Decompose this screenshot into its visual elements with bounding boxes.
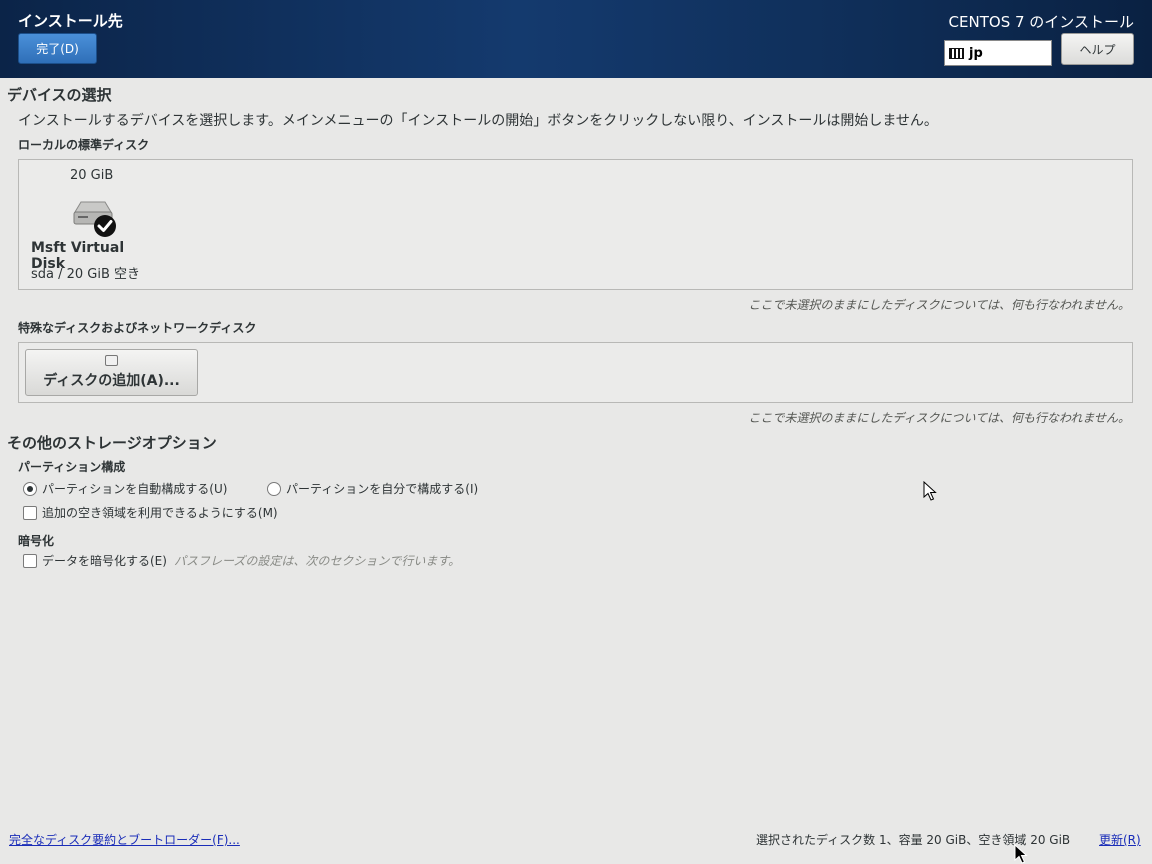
partitioning-heading: パーティション構成 xyxy=(18,460,126,474)
disk-summary-link[interactable]: 完全なディスク要約とブートローダー(F)... xyxy=(9,831,240,848)
storage-options-heading: その他のストレージオプション xyxy=(7,434,217,452)
radio-unselected-icon[interactable] xyxy=(267,481,281,496)
device-selection-description: インストールするデバイスを選択します。メインメニューの「インストールの開始」ボタ… xyxy=(18,113,938,129)
auto-partition-label: パーティションを自動構成する(U) xyxy=(42,482,228,496)
hard-disk-checked-icon xyxy=(73,201,116,237)
extra-space-label: 追加の空き領域を利用できるようにする(M) xyxy=(42,506,278,520)
manual-partition-label: パーティションを自分で構成する(I) xyxy=(286,482,479,496)
disk-detail: sda / 20 GiB 空き xyxy=(31,267,141,282)
special-disks-heading: 特殊なディスクおよびネットワークディスク xyxy=(18,321,257,335)
refresh-link[interactable]: 更新(R) xyxy=(1099,831,1141,848)
keyboard-layout-label: jp xyxy=(969,45,983,61)
encryption-heading: 暗号化 xyxy=(18,534,55,548)
local-disks-panel xyxy=(18,159,1133,290)
device-selection-heading: デバイスの選択 xyxy=(7,86,112,104)
header-bar: インストール先 完了(D) CENTOS 7 のインストール jp ヘルプ xyxy=(0,0,1152,78)
encrypt-note: パスフレーズの設定は、次のセクションで行います。 xyxy=(173,554,461,568)
page-title: インストール先 xyxy=(18,12,123,30)
checkbox-icon[interactable] xyxy=(23,553,37,568)
keyboard-icon xyxy=(949,47,964,59)
extra-space-checkbox[interactable]: 追加の空き領域を利用できるようにする(M) xyxy=(23,504,278,521)
manual-partition-radio[interactable]: パーティションを自分で構成する(I) xyxy=(267,480,478,497)
local-disks-hint: ここで未選択のままにしたディスクについては、何も行なわれません。 xyxy=(748,298,1130,312)
help-button[interactable]: ヘルプ xyxy=(1061,33,1134,65)
mouse-pointer-icon xyxy=(923,481,937,501)
disk-sda[interactable]: 20 GiB Msft Virtual Disk sda / 20 GiB 空き xyxy=(31,166,161,284)
disk-size: 20 GiB xyxy=(70,168,114,183)
add-disk-label: ディスクの追加(A)... xyxy=(43,373,180,389)
selection-status: 選択されたディスク数 1、容量 20 GiB、空き領域 20 GiB xyxy=(756,833,1071,847)
radio-selected-icon[interactable] xyxy=(23,481,37,496)
encrypt-checkbox[interactable]: データを暗号化する(E) パスフレーズの設定は、次のセクションで行います。 xyxy=(23,552,460,569)
done-button[interactable]: 完了(D) xyxy=(18,33,97,64)
special-disks-hint: ここで未選択のままにしたディスクについては、何も行なわれません。 xyxy=(748,411,1130,425)
encrypt-label: データを暗号化する(E) xyxy=(42,554,167,568)
add-disk-icon xyxy=(105,355,118,366)
checkbox-icon[interactable] xyxy=(23,505,37,520)
local-disks-heading: ローカルの標準ディスク xyxy=(18,138,150,152)
add-disk-button[interactable]: ディスクの追加(A)... xyxy=(25,349,198,396)
auto-partition-radio[interactable]: パーティションを自動構成する(U) xyxy=(23,480,227,497)
keyboard-layout-indicator[interactable]: jp xyxy=(944,40,1052,66)
product-title: CENTOS 7 のインストール xyxy=(948,13,1134,31)
